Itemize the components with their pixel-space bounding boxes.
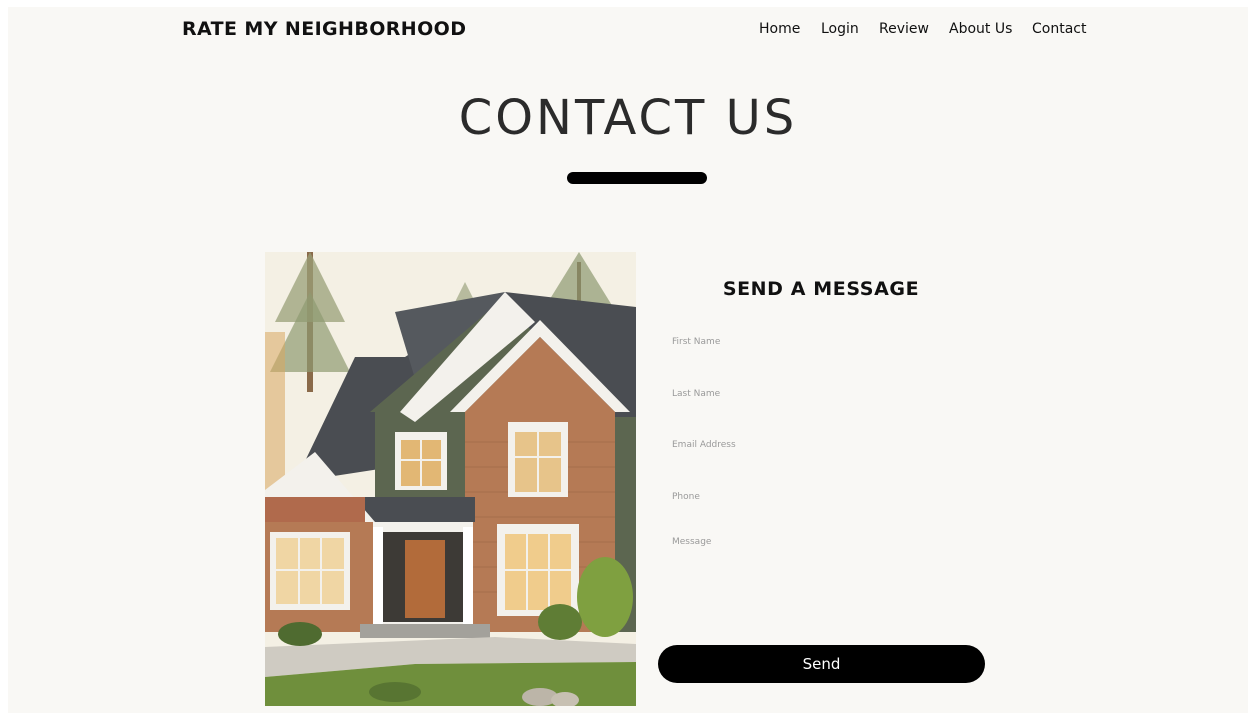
nav-review[interactable]: Review [879,21,929,37]
page-title: CONTACT US [458,90,798,146]
title-underline [567,172,707,184]
send-button[interactable]: Send [658,645,985,683]
first-name-input[interactable] [672,330,982,354]
nav-contact[interactable]: Contact [1032,21,1086,37]
message-textarea[interactable] [672,531,982,591]
email-input[interactable] [672,433,982,457]
nav-about-us[interactable]: About Us [949,21,1012,37]
house-illustration [265,252,636,706]
nav-home[interactable]: Home [759,21,800,37]
page: RATE MY NEIGHBORHOOD Home Login Review A… [8,7,1248,713]
last-name-input[interactable] [672,382,982,406]
site-logo[interactable]: RATE MY NEIGHBORHOOD [182,18,466,40]
form-title: SEND A MESSAGE [722,278,920,300]
nav-login[interactable]: Login [821,21,859,37]
house-photo [265,252,636,706]
phone-input[interactable] [672,485,982,509]
